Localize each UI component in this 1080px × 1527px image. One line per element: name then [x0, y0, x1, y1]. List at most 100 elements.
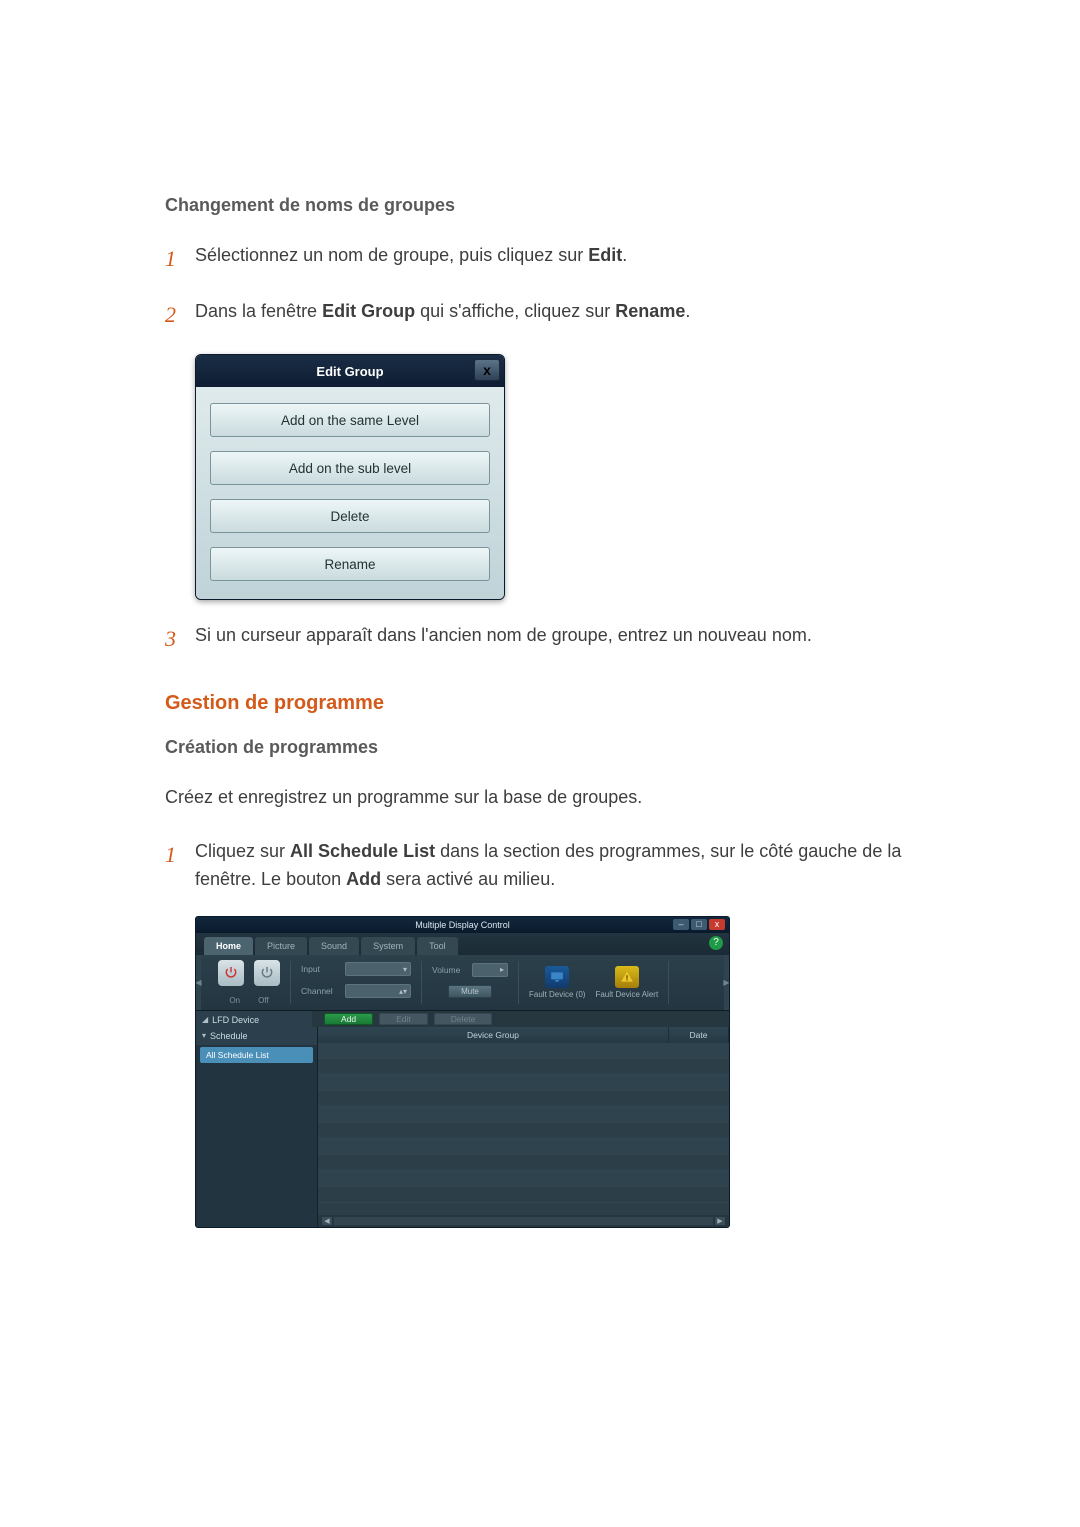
tree-all-schedule-list[interactable]: All Schedule List: [200, 1047, 313, 1063]
scroll-right-icon[interactable]: ▶: [715, 1217, 725, 1225]
grid-row: [318, 1139, 729, 1155]
input-select[interactable]: ▾: [345, 962, 411, 976]
bold: Edit: [588, 245, 622, 265]
label-off: Off: [258, 996, 269, 1005]
input-label: Input: [301, 964, 341, 974]
expand-icon: ◢: [202, 1015, 208, 1024]
step-text: Si un curseur apparaît dans l'ancien nom…: [195, 622, 960, 656]
dialog-close-button[interactable]: x: [474, 359, 500, 381]
grid-rows: [318, 1043, 729, 1215]
heading-schedule-management: Gestion de programme: [165, 692, 960, 715]
grid-row: [318, 1075, 729, 1091]
text: .: [685, 301, 690, 321]
ribbon-group-power: On Off: [204, 961, 291, 1004]
tab-system[interactable]: System: [361, 937, 415, 955]
text: Sélectionnez un nom de groupe, puis cliq…: [195, 245, 588, 265]
ribbon-group-volume: Volume ▸ Mute: [422, 961, 519, 1004]
text: Cliquez sur: [195, 841, 290, 861]
intro-text: Créez et enregistrez un programme sur la…: [165, 784, 960, 812]
fault-device-icon[interactable]: [545, 966, 569, 988]
collapse-icon: ▾: [202, 1031, 206, 1040]
window-minimize-button[interactable]: –: [673, 919, 689, 930]
dialog-title: Edit Group: [316, 364, 383, 379]
tab-sound[interactable]: Sound: [309, 937, 359, 955]
window-maximize-button[interactable]: □: [691, 919, 707, 930]
schedule-grid: Device Group Date: [318, 1027, 729, 1227]
step-text: Cliquez sur All Schedule List dans la se…: [195, 838, 960, 894]
ribbon: ◀ On Off: [196, 955, 729, 1011]
tree-schedule-label: Schedule: [210, 1031, 248, 1041]
label-on: On: [229, 996, 240, 1005]
fault-alert-label: Fault Device Alert: [595, 990, 658, 999]
ribbon-right-handle[interactable]: ▶: [724, 955, 729, 1010]
volume-label: Volume: [432, 965, 468, 975]
add-sub-level-button[interactable]: Add on the sub level: [210, 451, 490, 485]
bold: All Schedule List: [290, 841, 435, 861]
fault-device-label: Fault Device (0): [529, 990, 585, 999]
text: .: [622, 245, 627, 265]
power-icon: [259, 965, 275, 981]
step-2: 2 Dans la fenêtre Edit Group qui s'affic…: [165, 298, 960, 332]
step-text: Sélectionnez un nom de groupe, puis cliq…: [195, 242, 960, 276]
power-on-button[interactable]: [218, 960, 244, 986]
schedule-add-button[interactable]: Add: [324, 1013, 373, 1025]
step-number: 1: [165, 242, 195, 276]
step-b1: 1 Cliquez sur All Schedule List dans la …: [165, 838, 960, 894]
grid-row: [318, 1091, 729, 1107]
grid-row: [318, 1043, 729, 1059]
grid-row: [318, 1123, 729, 1139]
ribbon-left-handle[interactable]: ◀: [196, 955, 201, 1010]
tab-home[interactable]: Home: [204, 937, 253, 955]
text: qui s'affiche, cliquez sur: [415, 301, 615, 321]
text: Dans la fenêtre: [195, 301, 322, 321]
tree-schedule[interactable]: ▾ Schedule: [196, 1027, 317, 1045]
col-date[interactable]: Date: [669, 1027, 729, 1043]
grid-row: [318, 1059, 729, 1075]
help-button[interactable]: ?: [709, 936, 723, 950]
delete-button[interactable]: Delete: [210, 499, 490, 533]
tree-lfd-label: LFD Device: [212, 1015, 259, 1025]
rename-button[interactable]: Rename: [210, 547, 490, 581]
grid-row: [318, 1155, 729, 1171]
volume-input[interactable]: ▸: [472, 963, 508, 977]
mdc-window: Multiple Display Control – □ x Home Pict…: [195, 916, 730, 1228]
heading-create-schedules: Création de programmes: [165, 737, 960, 758]
bold: Rename: [615, 301, 685, 321]
fault-alert-icon[interactable]: [615, 966, 639, 988]
mute-button[interactable]: Mute: [448, 985, 492, 998]
tree-lfd-device[interactable]: ◢ LFD Device: [196, 1011, 312, 1029]
step-3: 3 Si un curseur apparaît dans l'ancien n…: [165, 622, 960, 656]
ribbon-group-fault: Fault Device (0) Fault Device Alert: [519, 961, 669, 1004]
step-text: Dans la fenêtre Edit Group qui s'affiche…: [195, 298, 960, 332]
scroll-track[interactable]: [334, 1217, 713, 1225]
horizontal-scrollbar[interactable]: ◀ ▶: [318, 1215, 729, 1227]
tab-picture[interactable]: Picture: [255, 937, 307, 955]
step-number: 3: [165, 622, 195, 656]
schedule-delete-button[interactable]: Delete: [434, 1013, 493, 1025]
grid-header: Device Group Date: [318, 1027, 729, 1043]
grid-row: [318, 1171, 729, 1187]
channel-stepper[interactable]: ▴▾: [345, 984, 411, 998]
warning-icon: [620, 970, 634, 984]
tab-tool[interactable]: Tool: [417, 937, 458, 955]
mdc-tabs: Home Picture Sound System Tool ?: [196, 933, 729, 955]
heading-change-group-names: Changement de noms de groupes: [165, 195, 960, 216]
bold: Add: [346, 869, 381, 889]
grid-row: [318, 1187, 729, 1203]
monitor-icon: [550, 971, 564, 983]
power-icon: [223, 965, 239, 981]
step-1: 1 Sélectionnez un nom de groupe, puis cl…: [165, 242, 960, 276]
step-number: 2: [165, 298, 195, 332]
window-close-button[interactable]: x: [709, 919, 725, 930]
ribbon-group-input: Input ▾ Channel ▴▾: [291, 961, 422, 1004]
power-off-button[interactable]: [254, 960, 280, 986]
bold: Edit Group: [322, 301, 415, 321]
add-same-level-button[interactable]: Add on the same Level: [210, 403, 490, 437]
text: sera activé au milieu.: [381, 869, 555, 889]
schedule-edit-button[interactable]: Edit: [379, 1013, 428, 1025]
col-device-group[interactable]: Device Group: [318, 1027, 669, 1043]
scroll-left-icon[interactable]: ◀: [322, 1217, 332, 1225]
mdc-title-bar: Multiple Display Control – □ x: [196, 917, 729, 933]
edit-group-dialog: Edit Group x Add on the same Level Add o…: [195, 354, 505, 600]
step-number: 1: [165, 838, 195, 894]
